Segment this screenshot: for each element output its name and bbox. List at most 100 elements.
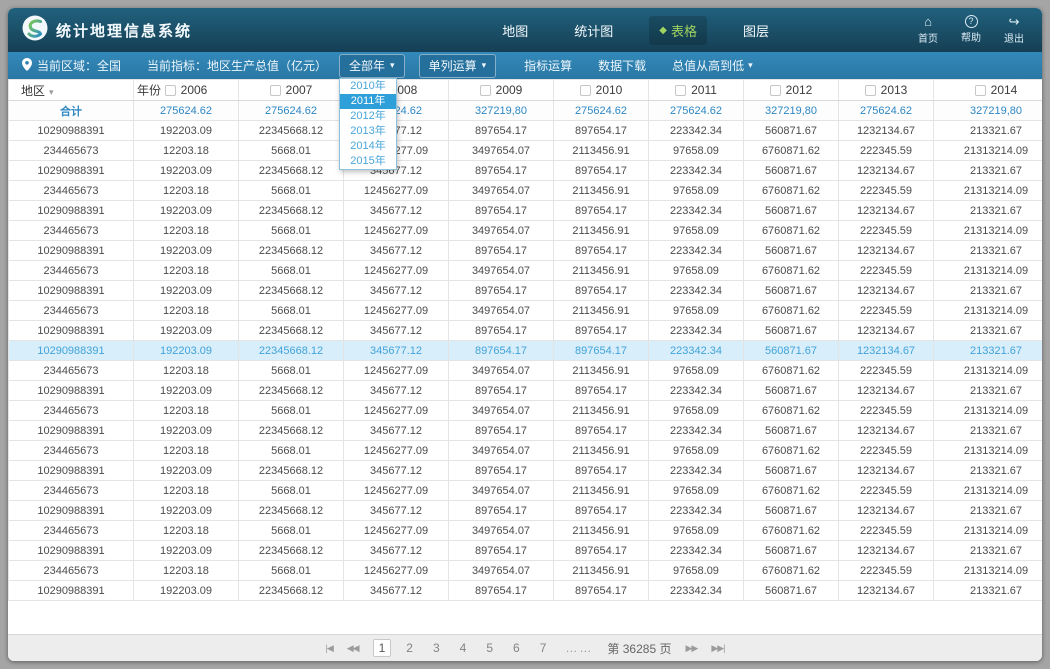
table-row[interactable]: 10290988391192203.0922345668.12345677.12… xyxy=(9,341,1043,361)
table-row[interactable]: 23446567312203.185668.0112456277.0934976… xyxy=(9,441,1043,461)
year-option[interactable]: 2012年 xyxy=(340,109,396,124)
value-cell: 12456277.09 xyxy=(344,361,449,381)
table-row[interactable]: 10290988391192203.0922345668.12345677.12… xyxy=(9,321,1043,341)
table-row[interactable]: 10290988391192203.0922345668.12345677.12… xyxy=(9,121,1043,141)
value-cell: 213321.67 xyxy=(934,321,1043,341)
year-label: 2007 xyxy=(286,83,313,97)
value-cell: 5668.01 xyxy=(239,441,344,461)
year-checkbox[interactable] xyxy=(675,85,686,96)
data-download-button[interactable]: 数据下载 xyxy=(598,57,646,74)
page-number[interactable]: 1 xyxy=(373,639,392,657)
value-cell: 22345668.12 xyxy=(239,461,344,481)
value-cell: 97658.09 xyxy=(649,521,744,541)
year-filter-button[interactable]: 全部年 ▾ xyxy=(339,54,405,78)
table-row[interactable]: 23446567312203.185668.0112456277.0934976… xyxy=(9,141,1043,161)
value-cell: 22345668.12 xyxy=(239,581,344,601)
region-cell: 10290988391 xyxy=(9,241,134,261)
table-row[interactable]: 23446567312203.185668.0112456277.0934976… xyxy=(9,521,1043,541)
year-checkbox[interactable] xyxy=(480,85,491,96)
table-row[interactable]: 23446567312203.185668.0112456277.0934976… xyxy=(9,261,1043,281)
value-cell: 897654.17 xyxy=(449,321,554,341)
table-row[interactable]: 10290988391192203.0922345668.12345677.12… xyxy=(9,281,1043,301)
tab-map[interactable]: 地图 xyxy=(492,16,538,45)
value-cell: 223342.34 xyxy=(649,581,744,601)
value-cell: 897654.17 xyxy=(449,541,554,561)
home-button[interactable]: ⌂首页 xyxy=(914,15,942,45)
value-cell: 3497654.07 xyxy=(449,181,554,201)
table-row[interactable]: 10290988391192203.0922345668.12345677.12… xyxy=(9,241,1043,261)
table-row[interactable]: 10290988391192203.0922345668.12345677.12… xyxy=(9,161,1043,181)
year-checkbox[interactable] xyxy=(865,85,876,96)
year-option[interactable]: 2014年 xyxy=(340,139,396,154)
location-pin-icon xyxy=(22,58,32,74)
help-button[interactable]: ?帮助 xyxy=(957,15,985,45)
indicator-calc-button[interactable]: 指标运算 xyxy=(524,57,572,74)
sort-order-label: 总值从高到低 xyxy=(672,57,744,74)
value-cell: 897654.17 xyxy=(449,241,554,261)
region-cell: 10290988391 xyxy=(9,581,134,601)
chevron-down-icon: ▾ xyxy=(49,87,54,97)
first-page-button[interactable]: |◀ xyxy=(326,643,333,654)
page-number[interactable]: 2 xyxy=(401,640,418,656)
table-row[interactable]: 23446567312203.185668.0112456277.0934976… xyxy=(9,221,1043,241)
tab-table[interactable]: ◆表格 xyxy=(649,16,707,45)
table-row[interactable]: 10290988391192203.0922345668.12345677.12… xyxy=(9,381,1043,401)
tab-chart[interactable]: 统计图 xyxy=(564,16,623,45)
value-cell: 223342.34 xyxy=(649,241,744,261)
table-row[interactable]: 23446567312203.185668.0112456277.0934976… xyxy=(9,301,1043,321)
main-nav: 地图统计图 ◆表格图层 xyxy=(492,16,779,45)
region-cell: 10290988391 xyxy=(9,501,134,521)
single-column-button[interactable]: 单列运算 ▾ xyxy=(419,54,497,78)
table-row[interactable]: 23446567312203.185668.0112456277.0934976… xyxy=(9,401,1043,421)
year-checkbox[interactable] xyxy=(975,85,986,96)
table-row[interactable]: 10290988391192203.0922345668.12345677.12… xyxy=(9,461,1043,481)
value-cell: 192203.09 xyxy=(134,201,239,221)
table-row[interactable]: 10290988391192203.0922345668.12345677.12… xyxy=(9,581,1043,601)
value-cell: 897654.17 xyxy=(554,321,649,341)
next-page-button[interactable]: ▶▶ xyxy=(685,643,697,654)
year-option[interactable]: 2013年 xyxy=(340,124,396,139)
page-number[interactable]: 7 xyxy=(535,640,552,656)
table-row[interactable]: 10290988391192203.0922345668.12345677.12… xyxy=(9,201,1043,221)
value-cell: 97658.09 xyxy=(649,301,744,321)
page-number[interactable]: 5 xyxy=(481,640,498,656)
data-table: 地区▾ 年份2006200720082009201020112012201320… xyxy=(8,79,1042,601)
year-label: 2013 xyxy=(881,83,908,97)
year-checkbox[interactable] xyxy=(165,85,176,96)
value-cell: 345677.12 xyxy=(344,201,449,221)
year-checkbox[interactable] xyxy=(770,85,781,96)
year-column-header: 2009 xyxy=(449,80,554,101)
value-cell: 345677.12 xyxy=(344,461,449,481)
value-cell: 21313214.09 xyxy=(934,261,1043,281)
year-option[interactable]: 2010年 xyxy=(340,79,396,94)
year-option[interactable]: 2011年 xyxy=(340,94,396,109)
value-cell: 192203.09 xyxy=(134,541,239,561)
year-checkbox[interactable] xyxy=(580,85,591,96)
year-option[interactable]: 2015年 xyxy=(340,154,396,169)
sort-order-button[interactable]: 总值从高到低 ▾ xyxy=(672,57,753,74)
year-filter-wrap: 全部年 ▾ 2010年2011年2012年2013年2014年2015年 xyxy=(339,54,405,78)
tab-layers[interactable]: 图层 xyxy=(733,16,779,45)
value-cell: 97658.09 xyxy=(649,261,744,281)
value-cell: 897654.17 xyxy=(449,581,554,601)
last-page-button[interactable]: ▶▶| xyxy=(711,643,724,654)
table-row[interactable]: 23446567312203.185668.0112456277.0934976… xyxy=(9,481,1043,501)
region-column-header[interactable]: 地区▾ xyxy=(9,80,134,101)
table-row[interactable]: 23446567312203.185668.0112456277.0934976… xyxy=(9,561,1043,581)
page-number[interactable]: 4 xyxy=(455,640,472,656)
table-row[interactable]: 10290988391192203.0922345668.12345677.12… xyxy=(9,421,1043,441)
exit-button[interactable]: ↪退出 xyxy=(1000,15,1028,45)
total-value: 275624.62 xyxy=(839,101,934,121)
page-number[interactable]: 3 xyxy=(428,640,445,656)
value-cell: 22345668.12 xyxy=(239,281,344,301)
value-cell: 1232134.67 xyxy=(839,581,934,601)
value-cell: 560871.67 xyxy=(744,321,839,341)
table-row[interactable]: 10290988391192203.0922345668.12345677.12… xyxy=(9,501,1043,521)
page-number[interactable]: 6 xyxy=(508,640,525,656)
value-cell: 3497654.07 xyxy=(449,441,554,461)
table-row[interactable]: 23446567312203.185668.0112456277.0934976… xyxy=(9,181,1043,201)
table-row[interactable]: 23446567312203.185668.0112456277.0934976… xyxy=(9,361,1043,381)
year-checkbox[interactable] xyxy=(270,85,281,96)
table-row[interactable]: 10290988391192203.0922345668.12345677.12… xyxy=(9,541,1043,561)
prev-page-button[interactable]: ◀◀ xyxy=(347,643,359,654)
